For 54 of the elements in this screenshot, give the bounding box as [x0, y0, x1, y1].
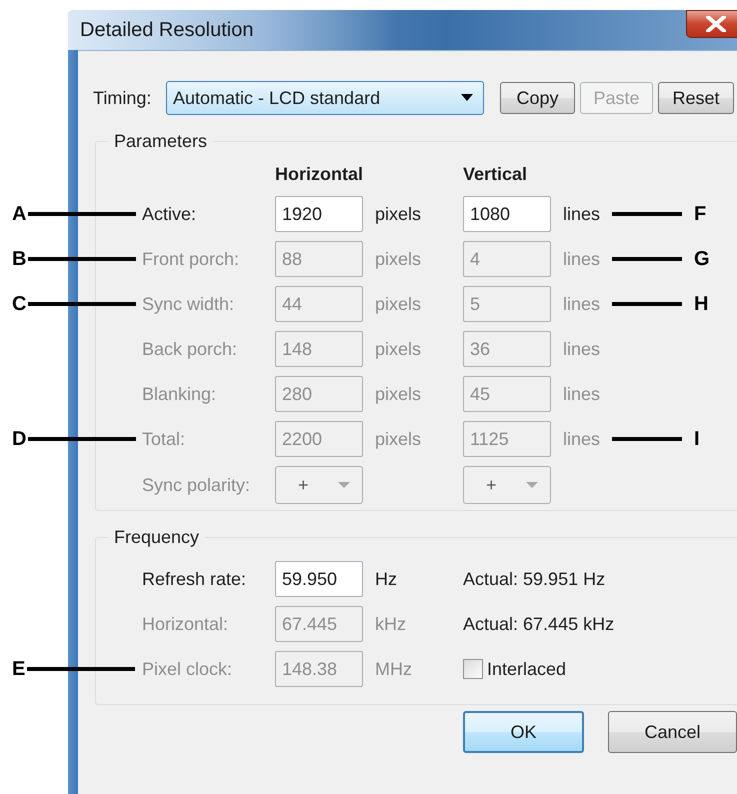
dropdown-arrow-icon — [338, 482, 350, 488]
unit-label: lines — [562, 338, 600, 360]
close-icon — [705, 16, 727, 32]
unit-label: MHz — [374, 658, 413, 680]
input-field[interactable]: 1920 — [275, 196, 363, 232]
column-header: Horizontal — [275, 164, 363, 185]
unit-label: pixels — [374, 204, 422, 224]
field-label: Horizontal: — [142, 614, 228, 634]
unit-label: kHz — [374, 614, 407, 634]
timing-label: Timing: — [93, 88, 152, 108]
callout-letter: F — [694, 204, 706, 224]
actual-value: Actual: 67.445 kHz — [463, 614, 616, 634]
unit-label: lines — [562, 294, 600, 314]
unit-label: Hz — [374, 568, 398, 590]
callout-letter: B — [12, 249, 26, 269]
timing-dropdown[interactable]: Automatic - LCD standard — [166, 81, 484, 115]
callout-letter: I — [694, 429, 700, 449]
checkbox-label: Interlaced — [487, 658, 566, 680]
field-label: Blanking: — [142, 384, 216, 404]
field-label: Active: — [142, 204, 196, 224]
field-label: Total: — [142, 428, 186, 450]
input-field[interactable]: 59.950 — [275, 561, 363, 597]
unit-label: pixels — [374, 384, 422, 404]
callout-letter: D — [12, 429, 26, 449]
field-label: Pixel clock: — [142, 658, 232, 680]
field-label: Sync polarity: — [142, 474, 250, 496]
close-button[interactable] — [686, 10, 737, 38]
window-title: Detailed Resolution — [80, 18, 254, 42]
dropdown-arrow-icon — [461, 94, 473, 102]
callout-letter: C — [12, 294, 26, 314]
callout-letter: A — [12, 204, 26, 224]
toolbar-button[interactable]: Reset — [658, 82, 734, 114]
unit-label: lines — [562, 204, 600, 224]
unit-label: pixels — [374, 294, 422, 314]
dialog-button[interactable]: OK — [463, 711, 584, 753]
field-label: Sync width: — [142, 294, 234, 314]
input-field[interactable]: 1080 — [463, 196, 551, 232]
field-label: Refresh rate: — [142, 568, 246, 590]
unit-label: pixels — [374, 428, 422, 450]
unit-label: pixels — [374, 338, 422, 360]
unit-label: lines — [562, 428, 600, 450]
column-header: Vertical — [463, 164, 528, 185]
unit-label: lines — [562, 248, 600, 270]
field-label: Back porch: — [142, 338, 238, 360]
callout-letter: E — [12, 659, 26, 679]
unit-label: pixels — [374, 248, 422, 270]
unit-label: lines — [562, 384, 600, 404]
toolbar-button[interactable]: Copy — [500, 82, 575, 114]
actual-value: Actual: 59.951 Hz — [463, 568, 606, 590]
field-label: Front porch: — [142, 248, 240, 270]
callout-letter: G — [694, 249, 710, 269]
callout-letter: H — [694, 294, 708, 314]
dropdown-arrow-icon — [526, 482, 538, 488]
dialog-button[interactable]: Cancel — [608, 711, 737, 753]
